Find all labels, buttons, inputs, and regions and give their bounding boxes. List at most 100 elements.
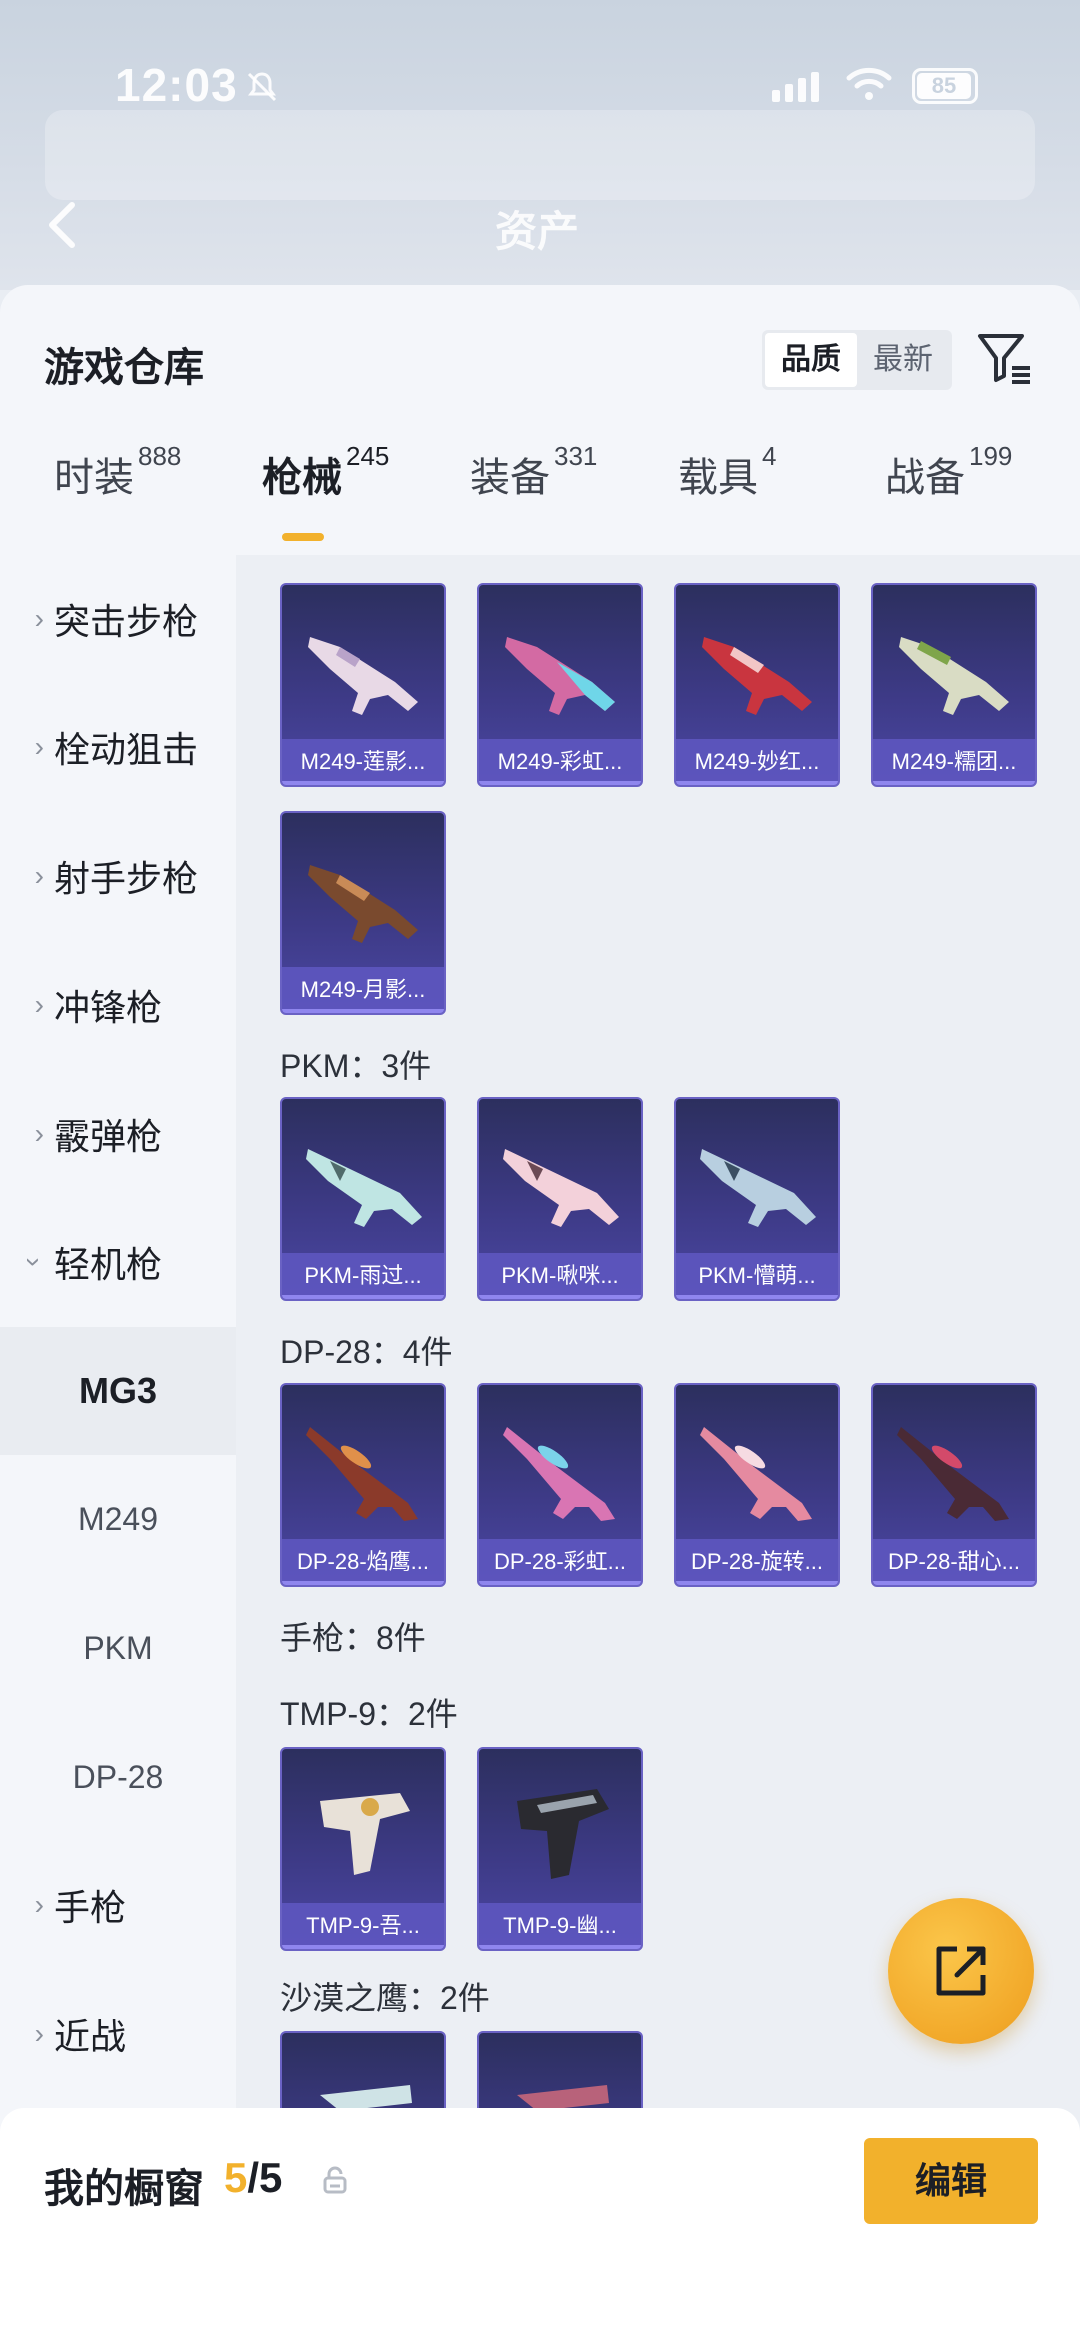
sidebar-item-label: 射手步枪 bbox=[54, 858, 199, 899]
chevron-right-icon: › bbox=[34, 989, 44, 1020]
showcase-total: 5 bbox=[259, 2154, 283, 2201]
tab-count: 199 bbox=[969, 441, 1013, 471]
weapon-card[interactable]: PKM-雨过... bbox=[280, 1097, 446, 1301]
tab-label: 战备 bbox=[885, 456, 965, 500]
back-arrow-icon[interactable] bbox=[40, 195, 90, 255]
edit-button[interactable]: 编辑 bbox=[864, 2138, 1038, 2224]
weapon-card[interactable]: M249-妙红... bbox=[674, 583, 840, 787]
weapon-icon bbox=[306, 1149, 422, 1227]
tab-label: 时装 bbox=[54, 456, 134, 500]
weapon-card[interactable]: DP-28-焰鹰... bbox=[280, 1383, 446, 1587]
tab-count: 331 bbox=[554, 441, 598, 471]
weapon-card[interactable]: DP-28-旋转... bbox=[674, 1383, 840, 1587]
tab-count: 888 bbox=[138, 441, 182, 471]
tab-guns[interactable]: 枪械 245 bbox=[262, 441, 389, 503]
weapon-card[interactable]: M249-糯团... bbox=[871, 583, 1037, 787]
sort-option-quality[interactable]: 品质 bbox=[765, 333, 857, 387]
header-title: 资产 bbox=[495, 208, 580, 255]
weapon-card[interactable]: TMP-9-吾... bbox=[280, 1747, 446, 1951]
share-button[interactable] bbox=[888, 1898, 1034, 2044]
tab-count: 4 bbox=[762, 441, 777, 471]
showcase-bar: 我的橱窗 5/5 编辑 bbox=[0, 2108, 1080, 2348]
weapon-icon bbox=[517, 1789, 609, 1879]
weapon-card[interactable]: TMP-9-幽... bbox=[477, 1747, 643, 1951]
weapon-icon bbox=[899, 637, 1009, 715]
chevron-right-icon: › bbox=[34, 731, 44, 762]
tab-vehicles[interactable]: 载具 4 bbox=[678, 441, 776, 503]
weapon-name: DP-28-彩虹... bbox=[479, 1539, 641, 1585]
sidebar-item-pistol[interactable]: › 手枪 bbox=[0, 1841, 236, 1969]
sidebar-item-lmg[interactable]: › 轻机枪 bbox=[0, 1198, 236, 1326]
section-label-deagle: 沙漠之鹰：2件 bbox=[280, 1980, 490, 2016]
weapon-card[interactable]: M249-莲影... bbox=[280, 583, 446, 787]
sidebar-item-label: 手枪 bbox=[54, 1887, 127, 1928]
chevron-right-icon: › bbox=[34, 1118, 44, 1149]
showcase-count: 5/5 bbox=[224, 2154, 282, 2202]
sidebar-sub-pkm[interactable]: PKM bbox=[0, 1584, 236, 1712]
weapon-icon bbox=[700, 1149, 816, 1227]
category-tabs: 时装 888 枪械 245 装备 331 载具 4 战备 199 bbox=[0, 441, 1080, 555]
lock-icon bbox=[322, 2166, 348, 2194]
weapon-name: TMP-9-幽... bbox=[479, 1903, 641, 1949]
sort-toggle: 品质 最新 bbox=[762, 330, 952, 390]
sidebar-item-label: 冲锋枪 bbox=[54, 987, 163, 1028]
weapon-sidebar: › 突击步枪 › 栓动狙击 › 射手步枪 › 冲锋枪 › 霰弹枪 › 轻机枪 MG3 M24… bbox=[0, 555, 236, 2135]
tab-supplies[interactable]: 战备 199 bbox=[885, 441, 1012, 503]
chevron-right-icon: › bbox=[34, 603, 44, 634]
sidebar-sub-dp28[interactable]: DP-28 bbox=[0, 1713, 236, 1841]
sort-option-newest[interactable]: 最新 bbox=[857, 333, 949, 387]
weapon-name: PKM-懵萌... bbox=[676, 1253, 838, 1299]
sidebar-item-smg[interactable]: › 冲锋枪 bbox=[0, 941, 236, 1069]
sidebar-item-marksman-rifle[interactable]: › 射手步枪 bbox=[0, 812, 236, 940]
weapon-icon bbox=[320, 1793, 410, 1875]
weapon-name: DP-28-旋转... bbox=[676, 1539, 838, 1585]
sidebar-item-bolt-sniper[interactable]: › 栓动狙击 bbox=[0, 683, 236, 811]
sidebar-item-label: 突击步枪 bbox=[54, 601, 199, 642]
weapon-card[interactable]: M249-彩虹... bbox=[477, 583, 643, 787]
weapon-icon bbox=[700, 1427, 812, 1521]
weapon-name: M249-彩虹... bbox=[479, 739, 641, 785]
share-icon bbox=[936, 1946, 986, 1996]
weapon-icon bbox=[503, 1149, 619, 1227]
tab-label: 载具 bbox=[678, 456, 758, 500]
tab-label: 装备 bbox=[470, 456, 550, 500]
showcase-separator: / bbox=[247, 2154, 260, 2201]
sidebar-sub-mg3[interactable]: MG3 bbox=[0, 1327, 236, 1455]
weapon-card[interactable]: M249-月影... bbox=[280, 811, 446, 1015]
status-bar: 12:03 85 bbox=[0, 0, 1080, 180]
tab-label: 枪械 bbox=[262, 456, 342, 500]
weapon-name: TMP-9-吾... bbox=[282, 1903, 444, 1949]
chevron-right-icon: › bbox=[34, 2018, 44, 2049]
weapon-card[interactable]: PKM-懵萌... bbox=[674, 1097, 840, 1301]
section-label-pistol: 手枪：8件 bbox=[280, 1620, 426, 1656]
weapon-icon bbox=[505, 637, 615, 715]
weapon-name: M249-妙红... bbox=[676, 739, 838, 785]
tab-equipment[interactable]: 装备 331 bbox=[470, 441, 597, 503]
sidebar-item-assault-rifle[interactable]: › 突击步枪 bbox=[0, 555, 236, 683]
active-tab-indicator bbox=[282, 533, 324, 541]
sidebar-item-label: 轻机枪 bbox=[54, 1244, 163, 1285]
sidebar-item-label: 近战 bbox=[54, 2016, 127, 2057]
weapon-icon bbox=[897, 1427, 1009, 1521]
filter-icon[interactable] bbox=[974, 328, 1034, 388]
chevron-down-icon: › bbox=[19, 1257, 50, 1267]
sidebar-item-label: 霰弹枪 bbox=[54, 1116, 163, 1157]
weapon-name: M249-月影... bbox=[282, 967, 444, 1013]
tab-skins[interactable]: 时装 888 bbox=[54, 441, 181, 503]
battery-icon: 85 bbox=[912, 68, 978, 104]
section-label-tmp9: TMP-9：2件 bbox=[280, 1696, 458, 1732]
signal-icon bbox=[772, 72, 819, 102]
panel-title: 游戏仓库 bbox=[44, 346, 204, 390]
section-label-dp28: DP-28：4件 bbox=[280, 1334, 453, 1370]
weapon-name: M249-莲影... bbox=[282, 739, 444, 785]
wifi-icon bbox=[845, 64, 893, 104]
sidebar-sub-m249[interactable]: M249 bbox=[0, 1455, 236, 1583]
sidebar-item-shotgun[interactable]: › 霰弹枪 bbox=[0, 1070, 236, 1198]
weapon-name: M249-糯团... bbox=[873, 739, 1035, 785]
weapon-name: PKM-啾咪... bbox=[479, 1253, 641, 1299]
weapon-card[interactable]: DP-28-彩虹... bbox=[477, 1383, 643, 1587]
weapon-card[interactable]: PKM-啾咪... bbox=[477, 1097, 643, 1301]
weapon-card[interactable]: DP-28-甜心... bbox=[871, 1383, 1037, 1587]
sidebar-item-melee[interactable]: › 近战 bbox=[0, 1970, 236, 2098]
battery-level: 85 bbox=[917, 73, 971, 99]
